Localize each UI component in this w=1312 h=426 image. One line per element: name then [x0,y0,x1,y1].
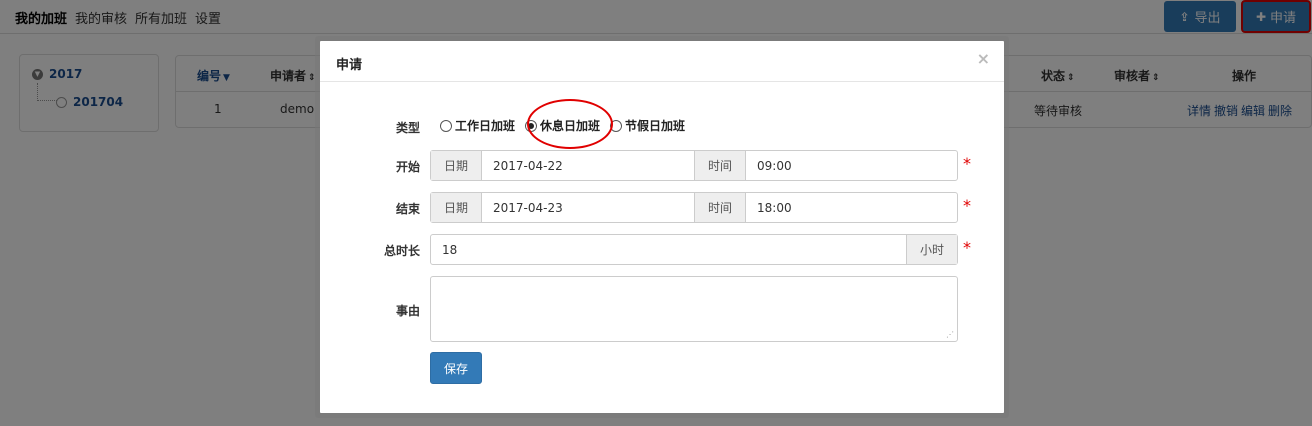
red-highlight-circle [527,99,613,149]
end-date-addon: 日期 [431,193,482,222]
apply-modal: 申请 × 类型 工作日加班 休息日加班 节假日加班 开始 日期 2017-04-… [320,41,1004,413]
end-time-addon: 时间 [695,193,746,222]
required-mark: * [963,154,971,173]
required-mark: * [963,238,971,257]
end-time-input[interactable]: 18:00 [746,193,957,222]
duration-input-group: 18 小时 [430,234,958,265]
start-date-input[interactable]: 2017-04-22 [482,151,695,180]
modal-header: 申请 × [320,41,1004,82]
close-icon[interactable]: × [977,49,990,68]
duration-label: 总时长 [383,244,420,258]
start-date-addon: 日期 [431,151,482,180]
save-button[interactable]: 保存 [430,352,482,384]
reason-label: 事由 [395,304,420,318]
start-time-addon: 时间 [695,151,746,180]
radio-circle-icon[interactable] [440,119,452,132]
type-label: 类型 [395,121,420,135]
end-input-group: 日期 2017-04-23 时间 18:00 [430,192,958,223]
resize-handle-icon[interactable]: ⋰ [946,330,954,339]
required-mark: * [963,196,971,215]
radio-holiday[interactable]: 节假日加班 [610,117,685,134]
start-time-input[interactable]: 09:00 [746,151,957,180]
radio-workday[interactable]: 工作日加班 [440,117,515,134]
duration-unit-addon: 小时 [906,235,957,264]
end-label: 结束 [395,202,420,216]
start-label: 开始 [395,160,420,174]
reason-textarea[interactable]: ⋰ [430,276,958,342]
end-date-input[interactable]: 2017-04-23 [482,193,695,222]
start-input-group: 日期 2017-04-22 时间 09:00 [430,150,958,181]
modal-title: 申请 [336,58,363,73]
duration-input[interactable]: 18 [431,235,906,264]
